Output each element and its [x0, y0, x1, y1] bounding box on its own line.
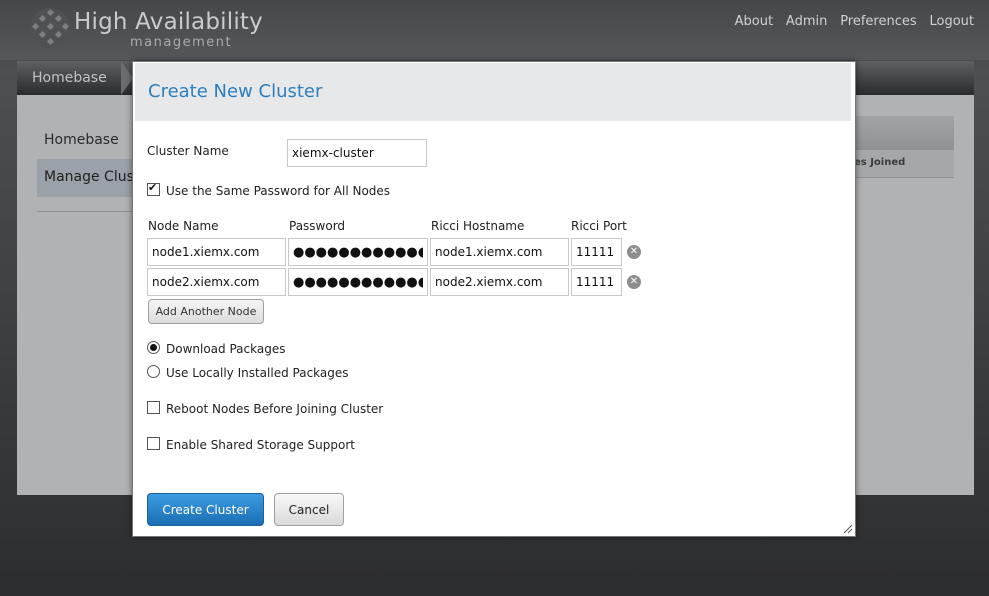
download-packages-radio[interactable]: [147, 341, 160, 354]
app-subtitle: management: [130, 35, 233, 50]
column-header-nodes-joined: es Joined: [854, 157, 906, 168]
cluster-table-column: es Joined: [854, 150, 954, 178]
cluster-table-header: [854, 116, 954, 150]
cluster-name-label: Cluster Name: [147, 144, 229, 158]
nav-about-link[interactable]: About: [735, 14, 773, 29]
local-packages-radio[interactable]: [147, 365, 160, 378]
app-title: High Availability: [74, 9, 263, 35]
shared-storage-label: Enable Shared Storage Support: [166, 438, 355, 452]
ricci-port-input[interactable]: [571, 238, 622, 266]
dialog-header: Create New Cluster: [135, 63, 851, 121]
same-password-checkbox[interactable]: [147, 181, 160, 196]
ricci-hostname-input[interactable]: [430, 268, 569, 296]
nav-admin-link[interactable]: Admin: [786, 14, 827, 29]
resize-handle-icon[interactable]: [843, 524, 853, 534]
nav-preferences-link[interactable]: Preferences: [840, 14, 916, 29]
column-header-ricci-port: Ricci Port: [571, 219, 627, 233]
node-name-input[interactable]: [147, 238, 286, 266]
top-navigation: About Admin Preferences Logout: [726, 14, 974, 29]
same-password-label: Use the Same Password for All Nodes: [166, 184, 391, 198]
shared-storage-checkbox[interactable]: [147, 437, 160, 450]
add-node-button[interactable]: Add Another Node: [148, 299, 264, 324]
sidebar-item-manage-clusters[interactable]: Manage Clus: [37, 159, 135, 197]
download-packages-label: Download Packages: [166, 342, 286, 356]
cluster-name-input[interactable]: [287, 139, 427, 167]
column-header-ricci-hostname: Ricci Hostname: [431, 219, 525, 233]
create-cluster-dialog: Create New Cluster Cluster Name Use the …: [132, 61, 856, 537]
reboot-nodes-label: Reboot Nodes Before Joining Cluster: [166, 402, 384, 416]
app-header: High Availability management About Admin…: [0, 0, 989, 60]
cancel-button[interactable]: Cancel: [274, 493, 344, 526]
sidebar-item-label: Manage Clus: [44, 169, 134, 185]
logo-icon: [30, 8, 70, 48]
ricci-port-input[interactable]: [571, 268, 622, 296]
node-password-input[interactable]: [288, 238, 428, 266]
column-header-node-name: Node Name: [148, 219, 219, 233]
node-name-input[interactable]: [147, 268, 286, 296]
ricci-hostname-input[interactable]: [430, 238, 569, 266]
reboot-nodes-checkbox[interactable]: [147, 401, 160, 414]
remove-node-icon[interactable]: ✕: [627, 245, 641, 259]
nav-logout-link[interactable]: Logout: [929, 14, 974, 29]
sidebar-item-homebase[interactable]: Homebase: [44, 132, 119, 148]
node-password-input[interactable]: [288, 268, 428, 296]
remove-node-icon[interactable]: ✕: [627, 275, 641, 289]
dialog-title: Create New Cluster: [148, 81, 323, 102]
breadcrumb-homebase[interactable]: Homebase: [32, 70, 107, 86]
column-header-password: Password: [289, 219, 346, 233]
create-cluster-button[interactable]: Create Cluster: [147, 493, 264, 526]
local-packages-label: Use Locally Installed Packages: [166, 366, 349, 380]
